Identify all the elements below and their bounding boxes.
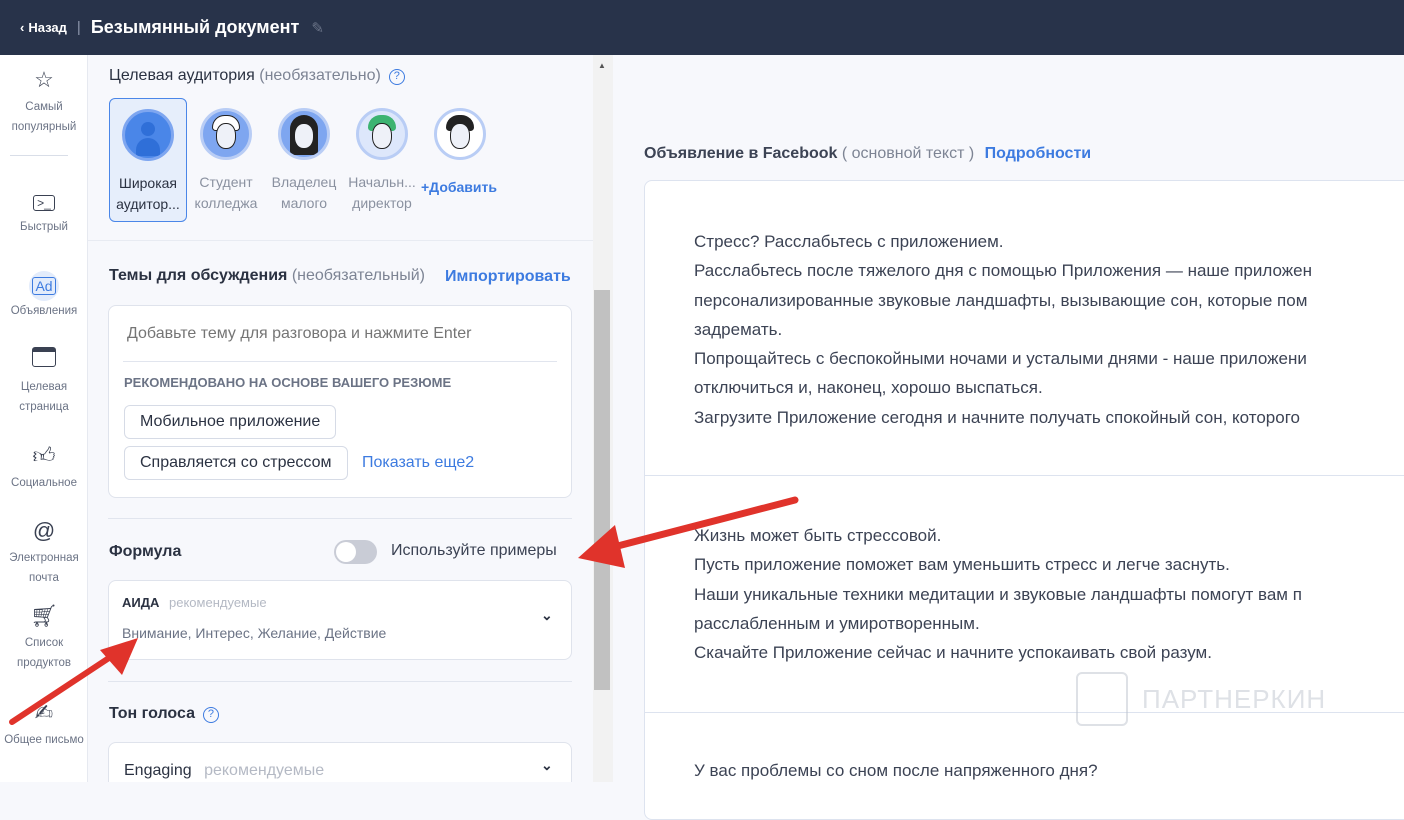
tone-select[interactable]: Engaging рекомендуемые ⌄ bbox=[108, 742, 572, 782]
sidebar-item-popular[interactable]: ☆ Самый популярный bbox=[0, 67, 88, 137]
scroll-up-icon[interactable]: ▲ bbox=[598, 61, 606, 70]
sidebar-divider bbox=[10, 155, 68, 156]
ad-variant[interactable]: Стресс? Расслабьтесь с приложением. Рассл… bbox=[694, 227, 1312, 432]
help-icon[interactable]: ? bbox=[388, 69, 405, 85]
ad-text-line: отключиться и, наконец, хорошо выспаться… bbox=[694, 378, 1043, 398]
audience-option[interactable]: Начальн... директор bbox=[343, 98, 421, 222]
sidebar-item-ads[interactable]: Ad Объявления bbox=[0, 271, 88, 321]
document-title[interactable]: Безымянный документ bbox=[91, 17, 300, 38]
output-heading: Объявление в Facebook ( основной текст )… bbox=[644, 145, 1092, 162]
use-examples-toggle[interactable] bbox=[334, 540, 377, 564]
ad-text-line: расслабленным и умиротворенным. bbox=[694, 613, 980, 633]
formula-description: Внимание, Интерес, Желание, Действие bbox=[122, 625, 387, 641]
divider bbox=[108, 518, 572, 519]
help-icon[interactable]: ? bbox=[202, 707, 219, 723]
browser-window-icon bbox=[0, 347, 88, 373]
formula-select[interactable]: АИДА рекомендуемые Внимание, Интерес, Же… bbox=[108, 580, 572, 660]
divider bbox=[108, 681, 572, 682]
show-more-link[interactable]: Показать еще2 bbox=[362, 454, 474, 472]
topic-chip[interactable]: Справляется со стрессом bbox=[124, 446, 348, 480]
ad-text-line: Расслабьтесь после тяжелого дня с помощь… bbox=[694, 261, 1312, 281]
cart-icon: 🛒︎ bbox=[30, 603, 58, 628]
audience-option[interactable]: Широкая аудитор... bbox=[109, 98, 187, 222]
divider bbox=[88, 240, 593, 241]
audience-label: Целевая аудитория (необязательно)? bbox=[109, 67, 405, 85]
ad-text-line: задремать. bbox=[694, 319, 783, 339]
divider bbox=[123, 361, 557, 362]
at-icon: @ bbox=[32, 518, 56, 543]
watermark-logo-icon bbox=[1076, 672, 1128, 726]
avatar bbox=[434, 108, 486, 160]
pencil-icon[interactable]: ✎ bbox=[311, 19, 324, 37]
ad-text-line: Стресс? Расслабьтесь с приложением. bbox=[694, 232, 1004, 251]
audience-option[interactable]: Студент колледжа bbox=[187, 98, 265, 222]
chevron-left-icon: ‹ bbox=[20, 20, 25, 35]
scroll-thumb[interactable] bbox=[594, 290, 610, 690]
ad-icon: Ad bbox=[0, 271, 88, 301]
form-panel: Целевая аудитория (необязательно)? Широк… bbox=[88, 55, 593, 782]
ad-variant[interactable]: Жизнь может быть стрессовой. Пусть прилож… bbox=[694, 521, 1302, 667]
watermark: ПАРТНЕРКИН bbox=[1076, 672, 1326, 726]
topic-chip[interactable]: Мобильное приложение bbox=[124, 405, 337, 439]
back-button[interactable]: ‹ Назад bbox=[20, 20, 67, 35]
terminal-icon: >_ bbox=[0, 187, 88, 213]
ad-text-line: персонализированные звуковые ландшафты, … bbox=[694, 290, 1308, 310]
ad-text-line: Пусть приложение поможет вам уменьшить с… bbox=[694, 555, 1230, 575]
avatar bbox=[278, 108, 330, 160]
sidebar-item-product-list[interactable]: 🛒︎ Список продуктов bbox=[0, 603, 88, 673]
group-avatar-icon bbox=[122, 109, 174, 161]
divider bbox=[645, 475, 1404, 476]
sidebar-item-social[interactable]: 👍︎ Социальное bbox=[0, 443, 88, 493]
pen-icon: ✍︎ bbox=[34, 700, 54, 725]
audience-option[interactable] bbox=[421, 98, 499, 160]
form-scrollbar[interactable]: ▲ bbox=[593, 55, 613, 782]
details-link[interactable]: Подробности bbox=[985, 145, 1091, 162]
audience-option[interactable]: Владелец малого bbox=[265, 98, 343, 222]
ad-text-line: Скачайте Приложение сейчас и начните усп… bbox=[694, 643, 1212, 663]
topics-box: РЕКОМЕНДОВАНО НА ОСНОВЕ ВАШЕГО РЕЗЮМЕ Мо… bbox=[108, 305, 572, 498]
top-bar: ‹ Назад | Безымянный документ ✎ bbox=[0, 0, 1404, 55]
avatar bbox=[356, 108, 408, 160]
recommended-heading: РЕКОМЕНДОВАНО НА ОСНОВЕ ВАШЕГО РЕЗЮМЕ bbox=[124, 375, 452, 390]
avatar bbox=[200, 108, 252, 160]
formula-label: Формула bbox=[109, 543, 182, 560]
sidebar-item-email[interactable]: @ Электронная почта bbox=[0, 518, 88, 588]
ad-variant[interactable]: У вас проблемы со сном после напряженног… bbox=[694, 756, 1098, 785]
topics-label: Темы для обсуждения (необязательный) bbox=[109, 267, 425, 284]
divider: | bbox=[76, 19, 81, 36]
ad-text-line: У вас проблемы со сном после напряженног… bbox=[694, 761, 1098, 780]
sidebar-item-quick[interactable]: >_ Быстрый bbox=[0, 187, 88, 237]
topic-input[interactable] bbox=[127, 320, 547, 348]
tone-label: Тон голоса? bbox=[109, 705, 219, 723]
star-icon: ☆ bbox=[34, 67, 54, 92]
sidebar-item-landing-page[interactable]: Целевая страница bbox=[0, 347, 88, 417]
chevron-down-icon: ⌄ bbox=[541, 757, 553, 773]
ad-text-line: Попрощайтесь с беспокойными ночами и уст… bbox=[694, 349, 1307, 369]
sidebar: ☆ Самый популярный >_ Быстрый Ad Объявления… bbox=[0, 55, 88, 782]
thumbs-up-icon: 👍︎ bbox=[32, 443, 56, 468]
import-button[interactable]: Импортировать bbox=[445, 268, 571, 286]
add-audience-button[interactable]: +Добавить bbox=[421, 179, 497, 195]
ad-text-line: Жизнь может быть стрессовой. bbox=[694, 526, 942, 545]
toggle-label: Используйте примеры bbox=[391, 542, 557, 559]
sidebar-item-general-letter[interactable]: ✍︎ Общее письмо bbox=[0, 700, 88, 750]
ad-text-line: Загрузите Приложение сегодня и начните п… bbox=[694, 407, 1300, 427]
chevron-down-icon: ⌄ bbox=[541, 607, 553, 623]
ad-text-line: Наши уникальные техники медитации и звук… bbox=[694, 584, 1302, 604]
